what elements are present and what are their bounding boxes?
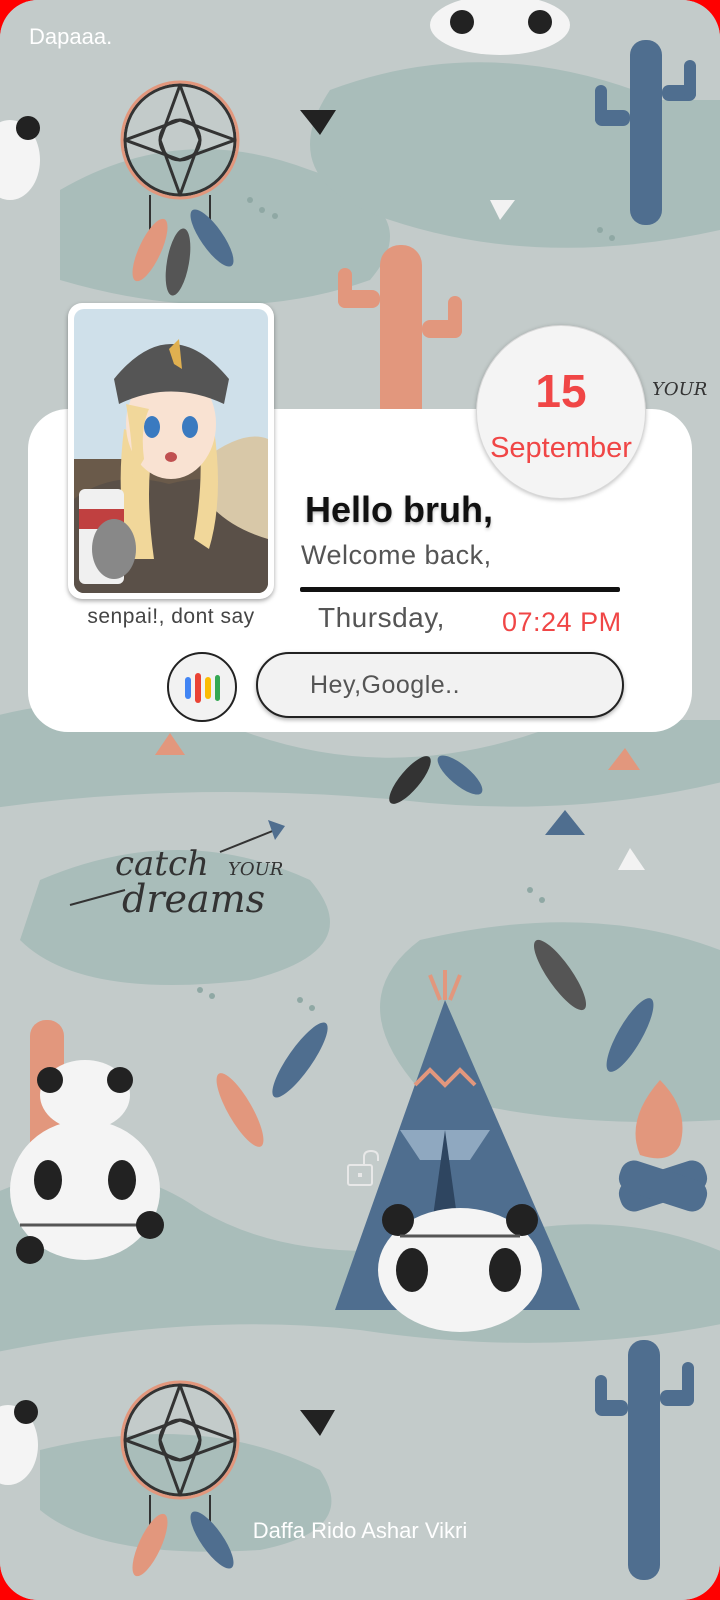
divider [300, 587, 620, 592]
weekday-label: Thursday, [318, 602, 445, 633]
welcome-text: Welcome back, [301, 540, 492, 570]
anime-girl-photo [74, 309, 268, 593]
lock-screen: catch YOUR dreams YOUR Dapaaa. senpai!, … [0, 0, 720, 1600]
unlock-icon[interactable] [346, 1149, 382, 1189]
date-month: September [490, 432, 632, 464]
date-badge[interactable]: 15 September [476, 325, 646, 499]
clock-time: 07:24 PM [502, 607, 622, 637]
greeting-title: Hello bruh, [305, 489, 493, 530]
search-placeholder: Hey,Google.. [310, 671, 461, 699]
wallpaper: catch YOUR dreams YOUR [0, 0, 720, 1600]
photo-caption: senpai!, dont say [87, 605, 255, 628]
svg-text:dreams: dreams [122, 877, 265, 921]
google-mic-icon [185, 673, 220, 703]
google-search-bar[interactable]: Hey,Google.. [256, 652, 624, 718]
svg-text:YOUR: YOUR [652, 379, 707, 400]
google-assistant-button[interactable] [167, 652, 237, 722]
profile-photo-frame[interactable] [68, 303, 274, 599]
date-day: 15 [535, 365, 587, 417]
lock-screen-owner-info: Daffa Rido Ashar Vikri [252, 1518, 468, 1543]
status-bar-carrier: Dapaaa. [29, 24, 113, 49]
